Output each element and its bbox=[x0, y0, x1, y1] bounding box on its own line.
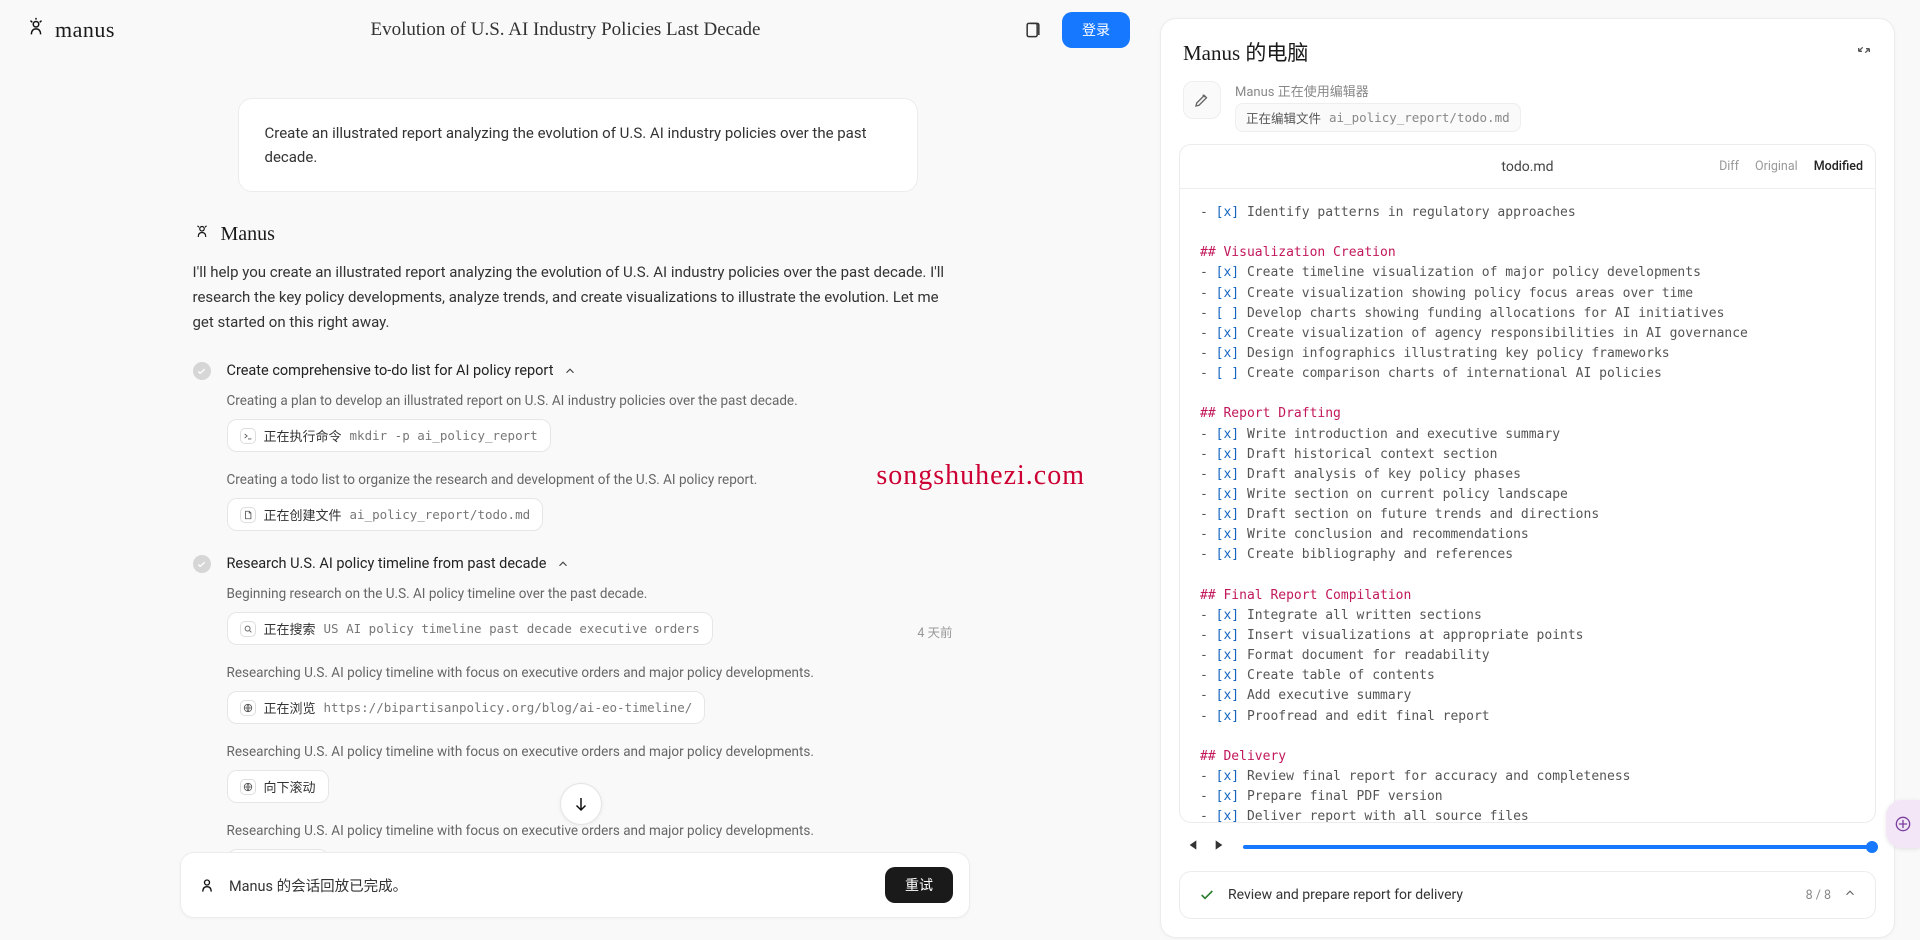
progress-track[interactable] bbox=[1243, 845, 1872, 849]
manus-avatar-icon bbox=[193, 222, 211, 246]
topbar: manus Evolution of U.S. AI Industry Poli… bbox=[0, 0, 1155, 58]
status-text: Manus 的会话回放已完成。 bbox=[229, 875, 873, 896]
globe-icon bbox=[240, 700, 256, 716]
panel-footer: Review and prepare report for delivery 8… bbox=[1179, 871, 1876, 919]
action-chip[interactable]: 向下滚动 bbox=[227, 849, 329, 852]
pen-icon bbox=[1193, 91, 1211, 109]
chip-label: 正在浏览 bbox=[264, 698, 316, 717]
step-title: Research U.S. AI policy timeline from pa… bbox=[227, 555, 547, 572]
terminal-icon bbox=[240, 428, 256, 444]
view-modified[interactable]: Modified bbox=[1814, 159, 1863, 174]
time-ago: 4 天前 bbox=[917, 622, 962, 641]
panel-title: Manus 的电脑 bbox=[1183, 37, 1308, 67]
collapse-icon bbox=[1856, 42, 1872, 58]
login-button[interactable]: 登录 bbox=[1062, 12, 1130, 48]
playback-bar bbox=[1161, 823, 1894, 871]
agent-name: Manus bbox=[221, 223, 275, 246]
editor-file-label: 正在编辑文件 bbox=[1246, 108, 1321, 127]
scroll-down-fab[interactable] bbox=[560, 783, 602, 825]
skip-forward-icon bbox=[1213, 837, 1229, 853]
chip-label: 正在创建文件 bbox=[264, 505, 342, 524]
chip-mono: ai_policy_report/todo.md bbox=[350, 507, 531, 522]
step-note: Creating a todo list to organize the res… bbox=[227, 464, 963, 492]
step-header[interactable]: Create comprehensive to-do list for AI p… bbox=[227, 356, 963, 385]
retry-button[interactable]: 重试 bbox=[885, 867, 953, 903]
step-note: Beginning research on the U.S. AI policy… bbox=[227, 578, 963, 606]
share-icon bbox=[1023, 20, 1043, 40]
action-chip[interactable]: 向下滚动 bbox=[227, 770, 329, 803]
collapse-button[interactable] bbox=[1856, 42, 1872, 62]
skip-forward-button[interactable] bbox=[1213, 837, 1229, 857]
agent-header: Manus bbox=[193, 222, 963, 246]
step-check-icon bbox=[193, 555, 211, 573]
brand[interactable]: manus bbox=[25, 16, 115, 44]
editor-file-path: ai_policy_report/todo.md bbox=[1329, 110, 1510, 125]
agent-intro: I'll help you create an illustrated repo… bbox=[193, 260, 963, 334]
chip-mono: mkdir -p ai_policy_report bbox=[350, 428, 538, 443]
footer-text: Review and prepare report for delivery bbox=[1228, 887, 1794, 903]
skip-back-button[interactable] bbox=[1183, 837, 1199, 857]
chip-label: 正在搜索 bbox=[264, 619, 316, 638]
step-header[interactable]: Research U.S. AI policy timeline from pa… bbox=[227, 549, 963, 578]
computer-panel: Manus 的电脑 Manus 正在使用编辑器 正在编辑文件 ai_policy… bbox=[1160, 18, 1895, 938]
action-chip[interactable]: 正在浏览 https://bipartisanpolicy.org/blog/a… bbox=[227, 691, 706, 724]
code-area[interactable]: - [x] Identify patterns in regulatory ap… bbox=[1180, 189, 1875, 822]
step-title: Create comprehensive to-do list for AI p… bbox=[227, 362, 554, 379]
step-note: Researching U.S. AI policy timeline with… bbox=[227, 736, 963, 764]
action-chip[interactable]: 正在执行命令 mkdir -p ai_policy_report bbox=[227, 419, 551, 452]
globe-icon bbox=[240, 779, 256, 795]
editor-status: Manus 正在使用编辑器 正在编辑文件 ai_policy_report/to… bbox=[1161, 77, 1894, 144]
status-bar: Manus 的会话回放已完成。 重试 bbox=[180, 852, 970, 918]
manus-logo-icon bbox=[25, 16, 47, 44]
brand-text: manus bbox=[55, 17, 115, 43]
action-chip[interactable]: 正在创建文件 ai_policy_report/todo.md bbox=[227, 498, 544, 531]
view-diff[interactable]: Diff bbox=[1719, 159, 1739, 174]
check-icon bbox=[1198, 886, 1216, 904]
user-message: Create an illustrated report analyzing t… bbox=[238, 98, 918, 192]
editor-app-icon bbox=[1183, 81, 1221, 119]
step-note: Researching U.S. AI policy timeline with… bbox=[227, 657, 963, 685]
assistant-fab[interactable] bbox=[1886, 800, 1920, 848]
arrow-down-icon bbox=[572, 795, 590, 813]
editor-status-small: Manus 正在使用编辑器 bbox=[1235, 81, 1521, 100]
view-toggle: Diff Original Modified bbox=[1719, 159, 1863, 174]
step: Create comprehensive to-do list for AI p… bbox=[193, 356, 963, 543]
chevron-up-icon bbox=[1843, 886, 1857, 900]
page-counter: 8 / 8 bbox=[1806, 888, 1831, 903]
conversation: Create an illustrated report analyzing t… bbox=[0, 58, 1155, 852]
chip-mono: US AI policy timeline past decade execut… bbox=[324, 621, 700, 636]
step-note: Creating a plan to develop an illustrate… bbox=[227, 385, 963, 413]
file-tab-name[interactable]: todo.md bbox=[1501, 159, 1553, 175]
file-viewer: todo.md Diff Original Modified - [x] Ide… bbox=[1179, 144, 1876, 823]
skip-back-icon bbox=[1183, 837, 1199, 853]
view-original[interactable]: Original bbox=[1755, 159, 1798, 174]
step-check-icon bbox=[193, 362, 211, 380]
expand-button[interactable] bbox=[1843, 886, 1857, 904]
sparkle-icon bbox=[1893, 814, 1913, 834]
action-chip[interactable]: 正在搜索 US AI policy timeline past decade e… bbox=[227, 612, 713, 645]
share-button[interactable] bbox=[1016, 13, 1050, 47]
chip-label: 正在执行命令 bbox=[264, 426, 342, 445]
editor-file-chip[interactable]: 正在编辑文件 ai_policy_report/todo.md bbox=[1235, 103, 1521, 132]
progress-thumb[interactable] bbox=[1866, 841, 1878, 853]
search-icon bbox=[240, 621, 256, 637]
chip-label: 向下滚动 bbox=[264, 777, 316, 796]
manus-small-icon bbox=[197, 875, 217, 895]
file-icon bbox=[240, 507, 256, 523]
chevron-up-icon bbox=[563, 364, 577, 378]
page-title: Evolution of U.S. AI Industry Policies L… bbox=[370, 19, 760, 41]
chip-mono: https://bipartisanpolicy.org/blog/ai-eo-… bbox=[324, 700, 693, 715]
chevron-up-icon bbox=[556, 557, 570, 571]
